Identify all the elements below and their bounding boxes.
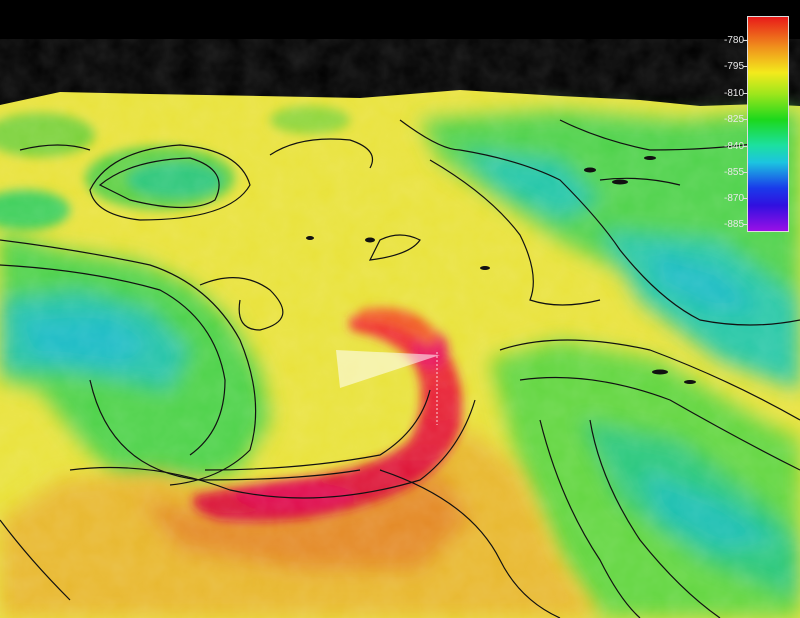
legend-tick-label: -840	[723, 141, 744, 152]
legend-tick-mark	[743, 66, 747, 67]
legend-tick-label: -780	[723, 35, 744, 46]
depth-legend: -780 -795 -810 -825 -840 -855 -870 -885	[717, 16, 792, 234]
legend-tick-label: -870	[723, 193, 744, 204]
bathymetry-map	[0, 0, 800, 618]
legend-tick-label: -855	[723, 167, 744, 178]
legend-tick-label: -825	[723, 114, 744, 125]
legend-tick-mark	[743, 146, 747, 147]
legend-tick-label: -885	[723, 219, 744, 230]
legend-tick-mark	[743, 93, 747, 94]
legend-tick-mark	[743, 172, 747, 173]
legend-tick-mark	[743, 40, 747, 41]
legend-tick-mark	[743, 224, 747, 225]
legend-tick-label: -795	[723, 61, 744, 72]
legend-tick-mark	[743, 119, 747, 120]
legend-tick-mark	[743, 198, 747, 199]
legend-tick-label: -810	[723, 88, 744, 99]
depth-color-scale	[747, 16, 789, 232]
